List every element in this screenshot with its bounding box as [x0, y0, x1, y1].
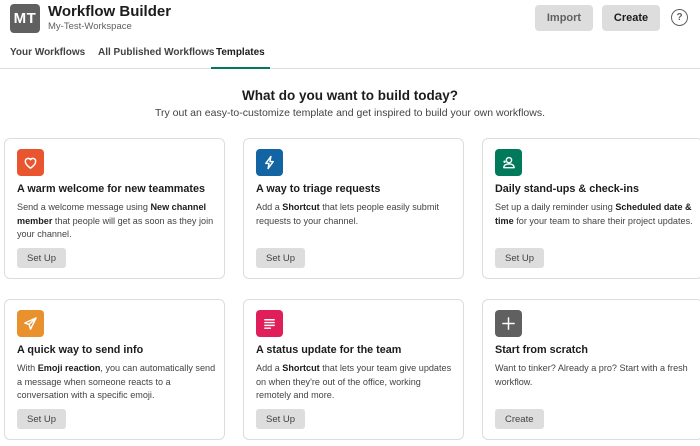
- create-button[interactable]: Create: [602, 5, 660, 31]
- tab-templates[interactable]: Templates: [211, 47, 270, 69]
- card-description: Want to tinker? Already a pro? Start wit…: [495, 362, 695, 389]
- card-title: A warm welcome for new teammates: [17, 183, 206, 195]
- card-title: A status update for the team: [256, 344, 402, 356]
- plus-icon: [495, 310, 522, 337]
- workspace-name: My-Test-Workspace: [48, 21, 132, 32]
- set-up-button[interactable]: Set Up: [17, 248, 67, 268]
- card-title: Start from scratch: [495, 344, 589, 356]
- heart-icon: [17, 149, 44, 176]
- set-up-button[interactable]: Set Up: [256, 409, 306, 429]
- card-description: Add a Shortcut that lets people easily s…: [256, 201, 456, 228]
- card-title: Daily stand-ups & check-ins: [495, 183, 639, 195]
- set-up-button[interactable]: Set Up: [495, 248, 545, 268]
- help-icon[interactable]: ?: [671, 9, 688, 26]
- page-title: What do you want to build today?: [242, 88, 458, 103]
- template-card[interactable]: Start from scratch Want to tinker? Alread…: [482, 299, 700, 440]
- card-description: Add a Shortcut that lets your team give …: [256, 362, 456, 403]
- card-description: With Emoji reaction, you can automatical…: [17, 362, 217, 403]
- paper-plane-icon: [17, 310, 44, 337]
- tab-all-published-workflows[interactable]: All Published Workflows: [98, 47, 215, 69]
- template-card[interactable]: A quick way to send info With Emoji react…: [4, 299, 225, 440]
- description-text: With: [17, 363, 38, 373]
- standup-icon: [495, 149, 522, 176]
- lightning-icon: [256, 149, 283, 176]
- description-text: for your team to share their project upd…: [513, 215, 693, 226]
- description-text: Add a: [256, 202, 283, 212]
- page-subtitle: Try out an easy-to-customize template an…: [154, 107, 546, 119]
- card-description: Send a welcome message using New channel…: [17, 201, 217, 242]
- trigger-name: Emoji reaction: [37, 363, 101, 373]
- description-text: Add a: [256, 363, 283, 373]
- workspace-avatar: MT: [10, 4, 40, 33]
- description-text: Set up a daily reminder using: [495, 202, 616, 212]
- template-card[interactable]: Daily stand-ups & check-ins Set up a dail…: [482, 138, 700, 279]
- list-icon: [256, 310, 283, 337]
- set-up-button[interactable]: Set Up: [256, 248, 306, 268]
- template-card[interactable]: A status update for the team Add a Shortc…: [243, 299, 464, 440]
- import-button[interactable]: Import: [535, 5, 593, 31]
- app-header: MT Workflow Builder My-Test-Workspace Im…: [0, 0, 700, 38]
- card-description: Set up a daily reminder using Scheduled …: [495, 201, 695, 228]
- trigger-name: Shortcut: [282, 363, 320, 373]
- app-title: Workflow Builder: [48, 3, 172, 20]
- tab-bar: Your Workflows All Published Workflows T…: [0, 38, 700, 69]
- card-title: A way to triage requests: [256, 183, 381, 195]
- create-workflow-button[interactable]: Create: [495, 409, 544, 429]
- description-text: Send a welcome message using: [17, 202, 151, 212]
- template-card[interactable]: A warm welcome for new teammates Send a w…: [4, 138, 225, 279]
- set-up-button[interactable]: Set Up: [17, 409, 67, 429]
- card-title: A quick way to send info: [17, 344, 144, 356]
- trigger-name: Shortcut: [282, 202, 320, 212]
- description-text: Want to tinker? Already a pro? Start wit…: [495, 363, 688, 387]
- tab-your-workflows[interactable]: Your Workflows: [10, 47, 85, 69]
- template-card[interactable]: A way to triage requests Add a Shortcut t…: [243, 138, 464, 279]
